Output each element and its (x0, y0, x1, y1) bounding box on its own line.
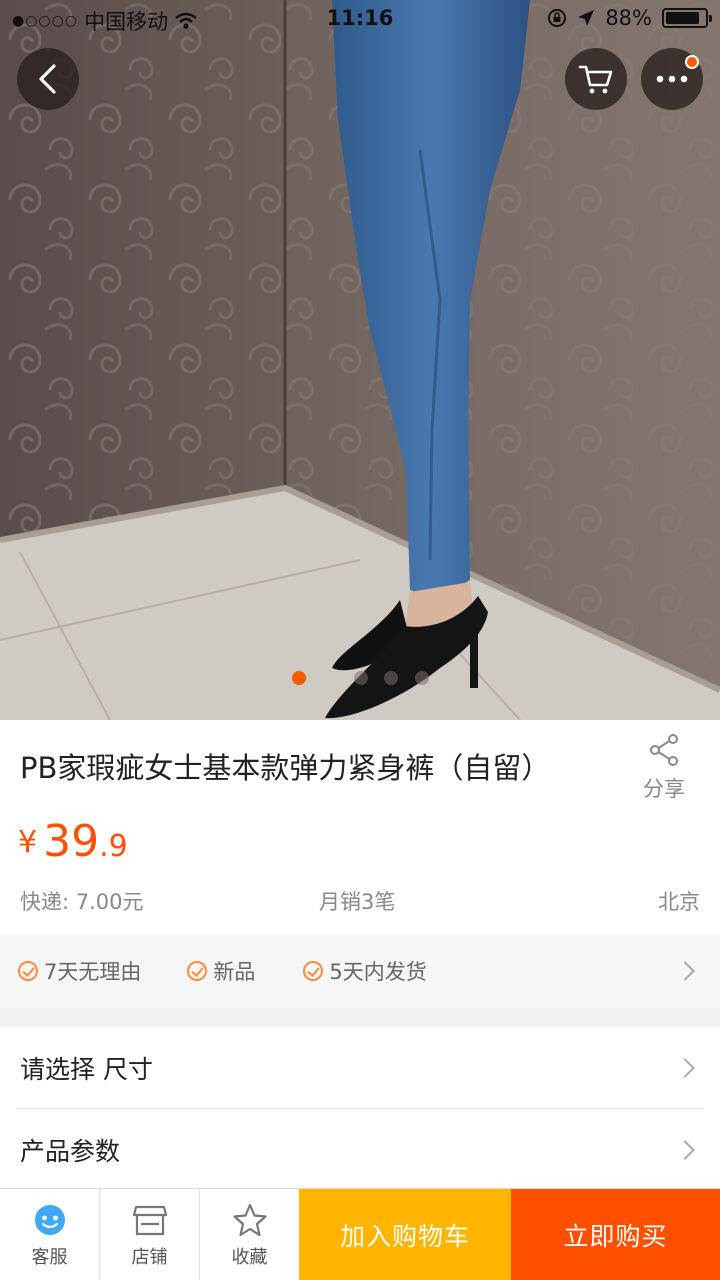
location-arrow-icon (578, 10, 595, 26)
carousel-pager (0, 671, 720, 687)
chevron-right-icon (675, 1140, 695, 1160)
add-to-cart-button[interactable]: 加入购物车 (299, 1189, 511, 1280)
product-info: PB家瑕疵女士基本款弹力紧身裤（自留） ¥39.9 快递: 7.00元 月销3笔… (0, 720, 720, 934)
more-button[interactable] (641, 48, 703, 110)
favorite-tab[interactable]: 收藏 (200, 1189, 300, 1280)
check-circle-icon (187, 961, 208, 981)
battery-level (666, 12, 700, 24)
share-label: 分享 (643, 777, 685, 801)
share-button[interactable]: 分享 (632, 733, 696, 803)
check-circle-icon (303, 961, 324, 981)
pager-dot[interactable] (415, 671, 429, 685)
back-button[interactable] (17, 48, 79, 110)
shop-tab[interactable]: 店铺 (100, 1189, 200, 1280)
service-guarantees[interactable]: 7天无理由 新品 5天内发货 (0, 934, 720, 1008)
buy-now-button[interactable]: 立即购买 (511, 1189, 720, 1280)
share-icon (650, 734, 678, 766)
customer-service-tab[interactable]: 客服 (0, 1189, 100, 1280)
select-size-row[interactable]: 请选择 尺寸 (0, 1027, 720, 1109)
check-circle-icon (18, 961, 38, 981)
customer-service-icon (34, 1205, 65, 1235)
option-rows: 请选择 尺寸 产品参数 (0, 1027, 720, 1189)
product-params-row[interactable]: 产品参数 (0, 1109, 720, 1191)
price-currency: ¥ (18, 825, 38, 860)
guarantee-label: 5天内发货 (329, 960, 427, 984)
customer-service-label: 客服 (31, 1247, 68, 1268)
chevron-left-icon (39, 64, 56, 94)
notification-badge (685, 55, 699, 69)
status-right: 88% (547, 6, 712, 30)
more-icon (656, 75, 688, 83)
guarantee-item: 新品 (187, 956, 255, 986)
select-size-label: 请选择 尺寸 (20, 1055, 153, 1084)
battery-icon (662, 8, 712, 28)
orientation-lock-icon (548, 9, 567, 27)
guarantee-label: 新品 (213, 960, 256, 984)
guarantee-item: 7天无理由 (18, 956, 141, 986)
pager-dot[interactable] (354, 671, 368, 685)
product-photo (0, 0, 720, 720)
product-image[interactable] (0, 0, 720, 720)
cart-button[interactable] (565, 48, 627, 110)
price-decimal: .9 (99, 829, 128, 864)
battery-percent: 88% (605, 6, 652, 30)
product-title: PB家瑕疵女士基本款弹力紧身裤（自留） (20, 751, 551, 785)
shop-label: 店铺 (131, 1247, 168, 1268)
pager-dot-active[interactable] (292, 671, 306, 685)
chevron-right-icon (675, 1058, 695, 1078)
guarantee-label: 7天无理由 (44, 960, 142, 984)
shipping-fee: 快递: 7.00元 (20, 890, 144, 914)
status-bar: ●○○○○ 中国移动 11:16 88% (0, 0, 720, 40)
chevron-right-icon (675, 961, 695, 981)
price-integer: 39 (43, 816, 100, 867)
favorite-label: 收藏 (231, 1247, 268, 1268)
product-price: ¥39.9 (18, 816, 128, 867)
bottom-action-bar: 客服 店铺 收藏 加入购物车 立即购买 (0, 1188, 720, 1280)
guarantee-item: 5天内发货 (303, 956, 427, 986)
shop-icon (132, 1205, 167, 1236)
monthly-sales: 月销3笔 (319, 890, 396, 914)
pager-dot[interactable] (384, 671, 398, 685)
cart-icon (578, 65, 613, 94)
ship-location: 北京 (658, 890, 700, 914)
product-params-label: 产品参数 (20, 1137, 121, 1166)
star-icon (232, 1203, 267, 1237)
